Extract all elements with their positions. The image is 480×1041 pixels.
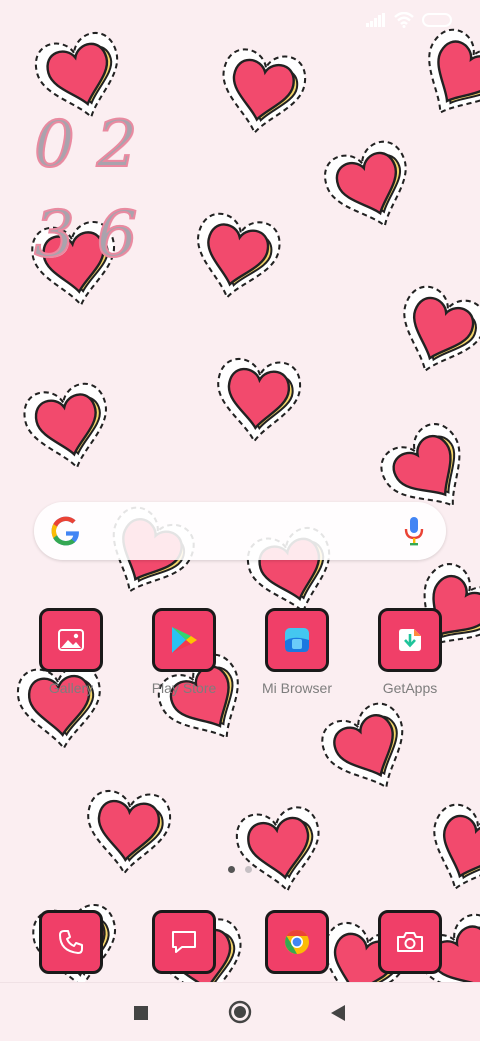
mic-icon[interactable] — [404, 516, 424, 546]
signal-icon — [366, 13, 385, 27]
recents-square-icon[interactable] — [133, 1005, 149, 1021]
mi-browser-icon — [285, 628, 309, 652]
camera-icon — [397, 932, 423, 952]
message-icon — [172, 931, 196, 953]
clock-widget[interactable]: 02 36 — [33, 100, 160, 280]
app-label: Gallery — [48, 680, 94, 696]
google-search-bar[interactable] — [34, 502, 446, 560]
home-circle-icon[interactable] — [228, 1000, 252, 1024]
page-dot-1[interactable] — [228, 866, 235, 873]
back-triangle-icon[interactable] — [330, 1004, 346, 1022]
clock-hours: 02 — [33, 107, 160, 183]
app-label: Mi Browser — [261, 680, 332, 696]
page-indicator — [228, 866, 252, 873]
messages-tile — [152, 910, 216, 974]
gallery-tile — [39, 608, 103, 672]
app-play-store[interactable]: Play Store — [134, 608, 234, 696]
camera-tile — [378, 910, 442, 974]
status-bar — [0, 0, 480, 44]
play-store-icon — [172, 627, 197, 653]
phone-icon — [59, 930, 83, 954]
app-gallery[interactable]: Gallery — [21, 608, 121, 696]
battery-icon — [422, 13, 452, 27]
dock-phone[interactable] — [21, 910, 121, 974]
dock-messages[interactable] — [134, 910, 234, 974]
app-getapps[interactable]: GetApps — [360, 608, 460, 696]
wifi-icon — [394, 12, 414, 28]
dock-chrome[interactable] — [247, 910, 347, 974]
clock-minutes: 36 — [33, 197, 160, 273]
chrome-tile — [265, 910, 329, 974]
phone-tile — [39, 910, 103, 974]
app-mi-browser[interactable]: Mi Browser — [247, 608, 347, 696]
mi-browser-tile — [265, 608, 329, 672]
app-label: GetApps — [382, 680, 438, 696]
google-g-icon — [51, 516, 79, 546]
getapps-icon — [399, 629, 421, 651]
dock-camera[interactable] — [360, 910, 460, 974]
play-store-tile — [152, 608, 216, 672]
gallery-icon — [58, 629, 84, 651]
chrome-icon — [285, 930, 309, 954]
navigation-bar — [0, 982, 480, 1041]
getapps-tile — [378, 608, 442, 672]
app-label: Play Store — [151, 680, 217, 696]
page-dot-2[interactable] — [245, 866, 252, 873]
